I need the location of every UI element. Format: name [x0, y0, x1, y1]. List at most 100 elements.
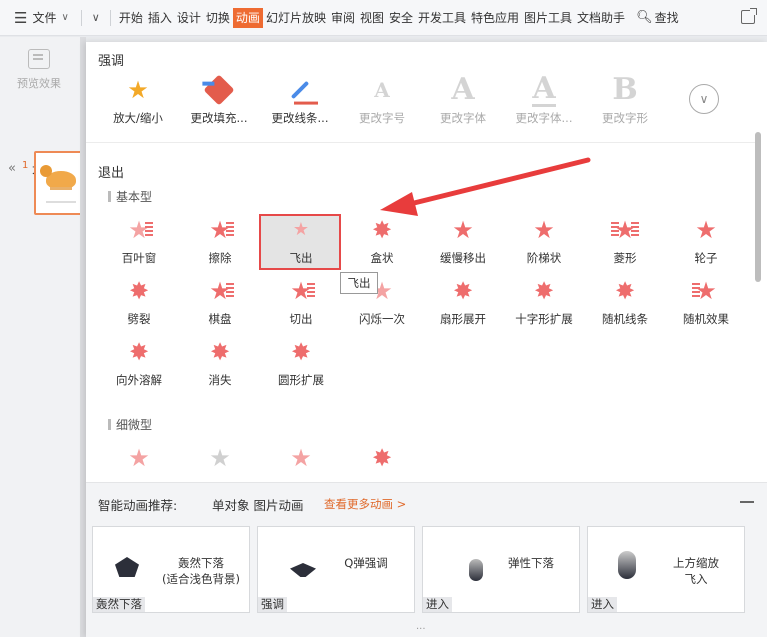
tab-design[interactable]: 设计	[175, 8, 203, 28]
star-dissolve-icon: ✸	[128, 338, 150, 366]
star-peek-icon: ★	[285, 275, 317, 307]
ball-icon	[469, 559, 483, 581]
tab-doc-assistant[interactable]: 文档助手	[575, 8, 627, 28]
section-divider	[86, 142, 756, 143]
toolbar-separator	[109, 9, 111, 26]
effect-checkerboard[interactable]: ★ 棋盘	[180, 275, 260, 337]
star-stairs-icon: ★	[533, 216, 555, 244]
view-more-animations-link[interactable]: 查看更多动画 >	[324, 496, 406, 512]
effect-disappear[interactable]: ✸ 消失	[180, 336, 260, 398]
ribbon-titlebar: ☰ 文件 ∨ ∨ 开始 插入 设计 切换 动画 幻灯片放映 审阅 视图 安全 开…	[0, 0, 767, 36]
effect-peek-out[interactable]: ★ 切出	[261, 275, 341, 337]
tab-developer[interactable]: 开发工具	[416, 8, 468, 28]
star-wheel-icon: ★	[695, 216, 717, 244]
effect-wheel[interactable]: ★ 轮子	[666, 214, 746, 276]
smart-card-q-emphasis[interactable]: Q弹强调 强调	[257, 526, 415, 613]
effect-label: 缓慢移出	[440, 251, 486, 265]
effect-change-font-color: A 更改字体...	[504, 70, 584, 136]
effect-label: 擦除	[208, 251, 232, 265]
effect-label: 劈裂	[127, 312, 151, 326]
star-icon: ✸	[371, 444, 393, 472]
animation-gallery-panel: 强调 ★ 放大/缩小 更改填充... 更改线条... A 更改字号 A 更改字体…	[86, 42, 767, 637]
effect-label: 更改字体...	[515, 111, 573, 125]
effect-fan-out[interactable]: ✸ 扇形展开	[423, 275, 503, 337]
effect-diamond[interactable]: ★ 菱形	[585, 214, 665, 276]
tab-security[interactable]: 安全	[387, 8, 415, 28]
star-icon: ★	[127, 76, 149, 104]
file-menu-label: 文件	[32, 11, 57, 25]
tab-review[interactable]: 审阅	[329, 8, 357, 28]
subtle-subsection-title: 细微型	[108, 416, 152, 433]
effect-label: 扇形展开	[440, 312, 486, 326]
effect-label: 盒状	[370, 251, 394, 265]
font-color-icon: A	[532, 70, 556, 107]
effect-change-fill[interactable]: 更改填充...	[179, 74, 259, 136]
effect-label: 闪烁一次	[359, 312, 405, 326]
effect-blinds[interactable]: ★ 百叶窗	[99, 214, 179, 276]
emphasis-section-title: 强调	[98, 54, 125, 69]
card-caption: 弹性下落	[508, 556, 554, 570]
more-dots-icon[interactable]: ···	[416, 624, 426, 635]
effect-random-bars[interactable]: ✸ 随机线条	[585, 275, 665, 337]
smart-card-elastic-fall[interactable]: 弹性下落 进入	[422, 526, 580, 613]
effect-box[interactable]: ✸ 盒状	[342, 214, 422, 276]
pentagon-icon	[115, 557, 139, 577]
effect-fly-out[interactable]: ★ 飞出	[261, 214, 341, 276]
effect-change-line[interactable]: 更改线条...	[260, 74, 340, 136]
effect-label: 更改字形	[602, 111, 648, 125]
tab-features[interactable]: 特色应用	[469, 8, 521, 28]
tooltip: 飞出	[340, 272, 378, 294]
tab-transition[interactable]: 切换	[204, 8, 232, 28]
tab-view[interactable]: 视图	[358, 8, 386, 28]
effect-split[interactable]: ✸ 劈裂	[99, 275, 179, 337]
smart-tag: 单对象 图片动画	[212, 498, 304, 513]
expand-gallery-chevron-icon[interactable]: ∨	[689, 84, 719, 114]
smart-card-top-zoom-fly[interactable]: 上方缩放 飞入 进入	[587, 526, 745, 613]
effect-label: 飞出	[289, 251, 313, 265]
smart-card-bang-fall[interactable]: 轰然下落 (适合浅色背景) 轰然下落	[92, 526, 250, 613]
effect-zoom[interactable]: ★ 放大/缩小	[98, 74, 178, 136]
tab-insert[interactable]: 插入	[146, 8, 174, 28]
effect-label: 随机效果	[683, 312, 729, 326]
card-badge: 进入	[588, 597, 617, 612]
collapse-icon[interactable]	[740, 501, 754, 503]
bold-icon: B	[612, 72, 638, 107]
star-disappear-icon: ✸	[209, 338, 231, 366]
search-button[interactable]: 🔍︎ 查找	[636, 9, 679, 26]
effect-wipe[interactable]: ★ 擦除	[180, 214, 260, 276]
card-badge: 进入	[423, 597, 452, 612]
smart-animation-panel: 智能动画推荐: 单对象 图片动画 查看更多动画 > 轰然下落 (适合浅色背景) 轰…	[86, 482, 767, 637]
subtle-subsection-label: 细微型	[116, 418, 153, 432]
slide-thumbnail[interactable]	[34, 151, 86, 215]
tab-home[interactable]: 开始	[117, 8, 145, 28]
star-blinds-icon: ★	[123, 214, 155, 246]
preview-label: 预览效果	[17, 77, 61, 90]
star-checker-icon: ★	[204, 275, 236, 307]
ball-icon	[618, 551, 636, 579]
pen-line-icon	[284, 74, 316, 106]
collapse-panel-icon[interactable]: «	[8, 161, 16, 176]
effect-stairs[interactable]: ★ 阶梯状	[504, 214, 584, 276]
quick-access-dropdown-icon[interactable]: ∨	[88, 11, 104, 24]
effect-circle-expand[interactable]: ✸ 圆形扩展	[261, 336, 341, 398]
scrollbar-thumb[interactable]	[755, 132, 761, 282]
effect-random[interactable]: ★ 随机效果	[666, 275, 746, 337]
gallery-scrollbar[interactable]	[754, 50, 762, 480]
effect-change-font-style: B 更改字形	[585, 74, 665, 136]
toolbar-separator	[80, 9, 82, 26]
star-icon: ★	[290, 444, 312, 472]
effect-slow-out[interactable]: ★ 缓慢移出	[423, 214, 503, 276]
tab-animation[interactable]: 动画	[232, 7, 263, 28]
preview-effect-button[interactable]: 预览效果	[6, 49, 72, 91]
basic-subsection-label: 基本型	[116, 190, 153, 204]
effect-label: 十字形扩展	[515, 312, 573, 326]
tab-picture-tools[interactable]: 图片工具	[522, 8, 574, 28]
effect-label: 百叶窗	[121, 251, 157, 265]
effect-plus-expand[interactable]: ✸ 十字形扩展	[504, 275, 584, 337]
share-icon[interactable]	[741, 8, 757, 24]
tab-slideshow[interactable]: 幻灯片放映	[264, 8, 328, 28]
card-badge: 轰然下落	[93, 597, 145, 612]
search-label: 查找	[654, 11, 679, 25]
file-menu-button[interactable]: ☰ 文件 ∨	[0, 0, 75, 36]
effect-dissolve-out[interactable]: ✸ 向外溶解	[99, 336, 179, 398]
